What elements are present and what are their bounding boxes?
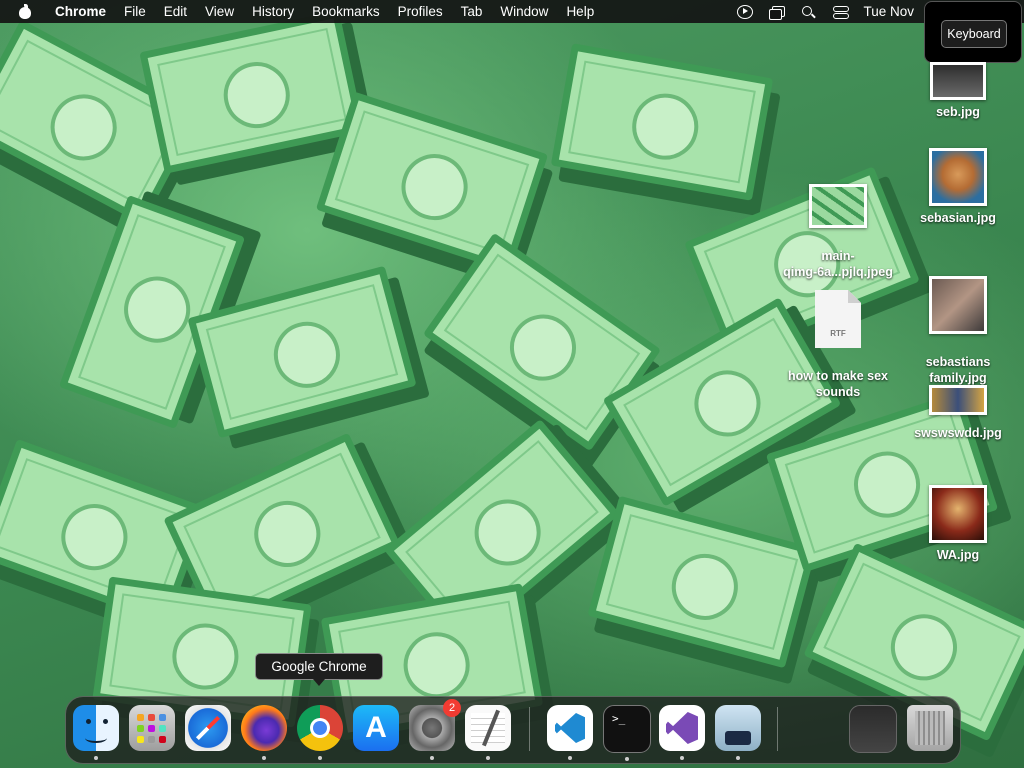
screen-recording-icon[interactable] <box>737 4 754 19</box>
menu-window[interactable]: Window <box>491 4 557 19</box>
image-thumbnail <box>929 385 987 415</box>
desktop-file-sebastians-family[interactable]: sebastians family.jpg <box>903 260 1013 402</box>
spotlight-search-icon[interactable] <box>801 5 817 19</box>
file-name: sebasian.jpg <box>920 211 996 225</box>
running-indicator <box>318 756 322 760</box>
keyboard-button[interactable]: Keyboard <box>941 20 1007 48</box>
launchpad-icon[interactable] <box>129 705 175 751</box>
menu-bookmarks[interactable]: Bookmarks <box>303 4 389 19</box>
dock-tooltip: Google Chrome <box>255 653 383 686</box>
running-indicator <box>430 756 434 760</box>
file-name: sebastians family.jpg <box>925 355 991 385</box>
image-thumbnail <box>809 184 867 228</box>
desktop-file-rtf[interactable]: RTF how to make sex sounds <box>783 274 893 416</box>
running-indicator <box>736 756 740 760</box>
file-name: how to make sex sounds <box>787 369 889 399</box>
menu-history[interactable]: History <box>243 4 303 19</box>
file-type-label: RTF <box>830 329 846 338</box>
firefox-icon[interactable] <box>241 705 287 760</box>
running-indicator <box>94 756 98 760</box>
image-thumbnail <box>930 62 986 100</box>
desktop-file-sebasian[interactable]: sebasian.jpg <box>903 148 1013 226</box>
apple-menu-icon[interactable] <box>18 4 32 19</box>
file-name: WA.jpg <box>936 548 980 562</box>
image-thumbnail <box>929 485 987 543</box>
terminal-icon[interactable] <box>603 705 651 761</box>
keyboard-popup: Keyboard <box>924 1 1022 63</box>
system-settings-icon[interactable]: 2 <box>409 699 461 760</box>
vscode-icon[interactable] <box>547 705 593 760</box>
desktop-file-swswswdd[interactable]: swswswdd.jpg <box>903 385 1013 441</box>
running-indicator <box>680 756 684 760</box>
menu-tab[interactable]: Tab <box>452 4 492 19</box>
desktop-file-wa[interactable]: WA.jpg <box>903 485 1013 563</box>
image-thumbnail <box>929 276 987 334</box>
app-store-icon[interactable] <box>353 705 399 751</box>
window-switcher-icon[interactable] <box>769 5 786 20</box>
menu-view[interactable]: View <box>196 4 243 19</box>
menu-file[interactable]: File <box>115 4 155 19</box>
trash-icon[interactable] <box>907 705 953 751</box>
finder-icon[interactable] <box>73 705 119 760</box>
preview-icon[interactable] <box>715 705 761 760</box>
recent-window-icon[interactable] <box>849 705 897 753</box>
dock-separator <box>777 707 778 751</box>
running-indicator <box>625 757 629 761</box>
dock-separator <box>529 707 530 751</box>
notification-badge: 2 <box>443 699 461 717</box>
control-center-icon[interactable] <box>833 5 850 19</box>
running-indicator <box>568 756 572 760</box>
menu-bar: Chrome File Edit View History Bookmarks … <box>0 0 1024 23</box>
visual-studio-icon[interactable] <box>659 705 705 760</box>
file-name: seb.jpg <box>936 105 980 119</box>
menu-edit[interactable]: Edit <box>155 4 196 19</box>
running-indicator <box>262 756 266 760</box>
safari-icon[interactable] <box>185 705 231 751</box>
chrome-icon[interactable] <box>297 705 343 760</box>
image-thumbnail <box>929 148 987 206</box>
menu-app-name[interactable]: Chrome <box>46 4 115 19</box>
textedit-icon[interactable] <box>465 705 511 760</box>
dock: 2 <box>65 696 961 764</box>
rtf-document-icon: RTF <box>815 290 861 348</box>
desktop-file-seb[interactable]: seb.jpg <box>903 62 1013 120</box>
menu-help[interactable]: Help <box>557 4 603 19</box>
menu-profiles[interactable]: Profiles <box>389 4 452 19</box>
running-indicator <box>486 756 490 760</box>
file-name: swswswdd.jpg <box>914 426 1002 440</box>
